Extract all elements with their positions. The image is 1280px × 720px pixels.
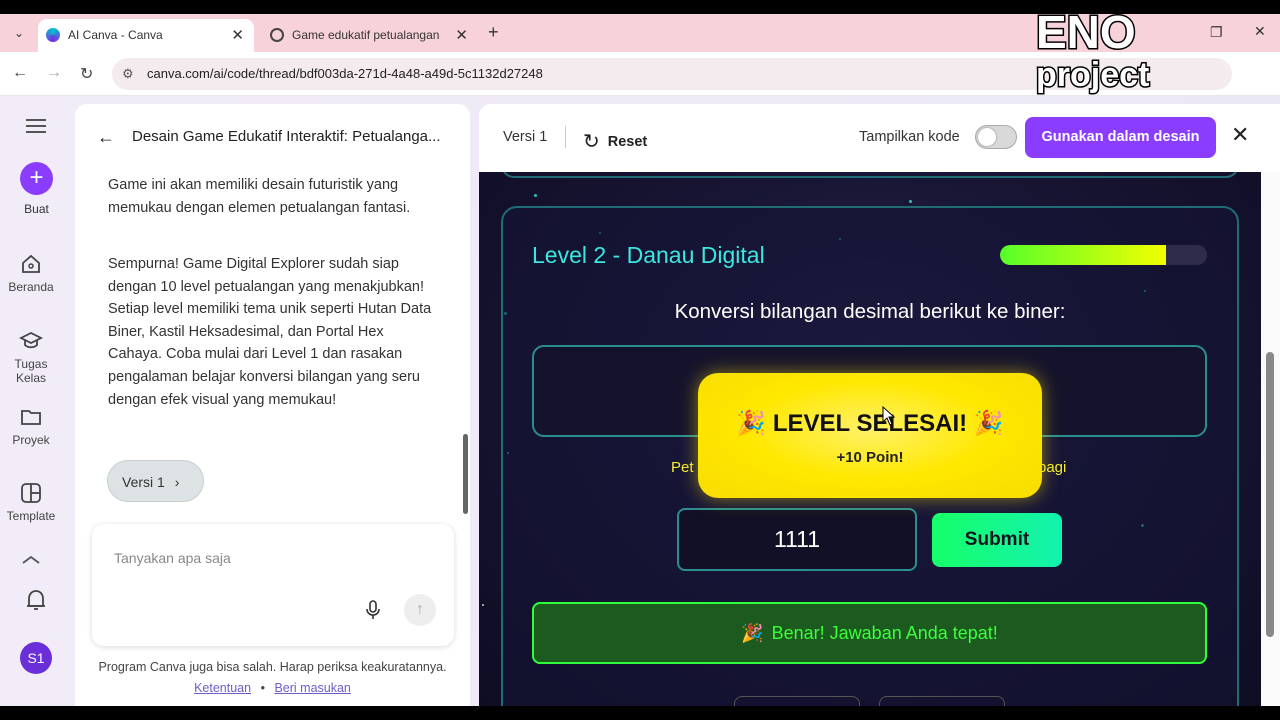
prompt-box[interactable]: Tanyakan apa saja ↑ (92, 524, 454, 646)
party-popper-icon: 🎉 (973, 410, 1004, 437)
answer-input[interactable]: 1111 (677, 508, 917, 571)
back-arrow-icon[interactable]: ← (97, 127, 115, 148)
feedback-banner: 🎉 Benar! Jawaban Anda tepat! (532, 602, 1207, 664)
eno-project-logo: ENO project (1035, 5, 1151, 96)
site-info-icon[interactable]: ⚙ (122, 66, 134, 82)
version-selector[interactable]: Versi 1 (503, 129, 547, 145)
previous-card (501, 172, 1239, 178)
question-text: Konversi bilangan desimal berikut ke bin… (674, 300, 1066, 323)
nav-button[interactable] (879, 696, 1005, 706)
home-icon (22, 254, 40, 273)
tab-game-edukatif[interactable]: Game edukatif petualangan ✕ (262, 19, 478, 52)
rail-label: Proyek (12, 433, 50, 447)
svg-text:ENO: ENO (1036, 6, 1136, 58)
reset-label: Reset (607, 134, 648, 150)
party-popper-icon: 🎉 (736, 410, 767, 437)
star-decoration (534, 194, 537, 197)
progress-fill (1000, 245, 1166, 265)
show-code-label: Tampilkan kode (859, 129, 960, 145)
chevron-right-icon: › (174, 474, 180, 490)
chat-messages: Game ini akan memiliki desain futuristik… (75, 176, 470, 516)
rail-label: Beranda (8, 280, 54, 294)
svg-text:project: project (1036, 56, 1149, 94)
rail-item-template[interactable]: Template (0, 481, 62, 523)
preview-scrollbar[interactable] (1261, 172, 1280, 706)
chat-title: Desain Game Edukatif Interaktif: Petuala… (132, 128, 441, 145)
tab-close-icon[interactable]: ✕ (231, 26, 244, 44)
chevron-up-icon[interactable] (22, 556, 40, 564)
reload-icon[interactable]: ↻ (80, 64, 93, 84)
hint-text-left: Pet (671, 459, 694, 476)
toggle-knob (978, 128, 996, 146)
popup-title-text: LEVEL SELESAI! (772, 410, 968, 437)
chat-scrollbar[interactable] (463, 434, 468, 514)
reset-button[interactable]: ↻ Reset (583, 127, 648, 153)
popup-points: +10 Poin! (836, 449, 904, 466)
chat-message-partial: Game ini akan memiliki desain futuristik… (108, 177, 411, 216)
version-pill-label: Versi 1 (122, 474, 165, 490)
rail-item-proyek[interactable]: Proyek (0, 405, 62, 447)
arrow-up-icon: ↑ (416, 601, 424, 618)
canva-favicon-icon (46, 28, 60, 42)
tab-search-dropdown[interactable]: ⌄ (8, 22, 30, 44)
link-separator: • (260, 681, 265, 695)
terms-link[interactable]: Ketentuan (194, 681, 251, 695)
rail-label: Tugas Kelas (14, 357, 48, 385)
popup-title: 🎉 LEVEL SELESAI! 🎉 (698, 409, 1042, 438)
preview-toolbar: Versi 1 ↻ Reset Tampilkan kode Gunakan da… (479, 104, 1280, 172)
close-window-icon[interactable]: ✕ (1254, 23, 1266, 40)
rail-item-beranda[interactable]: Beranda (0, 252, 62, 294)
preview-panel: Versi 1 ↻ Reset Tampilkan kode Gunakan da… (479, 104, 1280, 706)
back-icon[interactable]: ← (12, 64, 28, 82)
avatar[interactable]: S1 (20, 642, 52, 674)
scrollbar-thumb[interactable] (1266, 352, 1274, 637)
url-text: canva.com/ai/code/thread/bdf003da-271d-4… (147, 66, 543, 81)
level-complete-popup: 🎉 LEVEL SELESAI! 🎉 +10 Poin! (698, 373, 1042, 498)
game-canvas: Level 2 - Danau Digital Konversi bilanga… (479, 172, 1261, 706)
toolbar-divider (565, 126, 566, 148)
send-button[interactable]: ↑ (404, 594, 436, 626)
forward-icon[interactable]: → (46, 64, 62, 82)
openai-favicon-icon (270, 28, 284, 42)
nav-button[interactable] (734, 696, 860, 706)
footer-links: Ketentuan • Beri masukan (75, 681, 470, 695)
template-icon (21, 483, 41, 503)
create-label: Buat (24, 202, 49, 216)
feedback-text: Benar! Jawaban Anda tepat! (771, 623, 998, 643)
restore-window-icon[interactable]: ❐ (1210, 24, 1223, 41)
feedback-link[interactable]: Beri masukan (274, 681, 350, 695)
tab-title: AI Canva - Canva (68, 28, 163, 42)
star-decoration (909, 200, 912, 203)
use-in-design-button[interactable]: Gunakan dalam desain (1025, 117, 1216, 158)
party-popper-icon: 🎉 (741, 623, 764, 643)
reset-icon: ↻ (583, 131, 600, 153)
close-icon[interactable]: ✕ (1231, 122, 1249, 148)
disclaimer-text: Program Canva juga bisa salah. Harap per… (98, 660, 447, 674)
tab-title: Game edukatif petualangan (292, 28, 440, 42)
show-code-toggle[interactable] (975, 125, 1017, 149)
star-decoration (482, 604, 484, 606)
folder-icon (21, 410, 41, 425)
canva-app: + Buat Beranda Tugas Kelas Proyek Templa… (0, 96, 1280, 706)
rail-label: Template (6, 509, 56, 523)
submit-button[interactable]: Submit (932, 513, 1062, 567)
menu-icon[interactable] (26, 118, 46, 134)
tab-close-icon[interactable]: ✕ (455, 26, 468, 44)
microphone-icon[interactable] (366, 600, 380, 620)
bell-icon[interactable] (25, 588, 47, 612)
chat-message: Sempurna! Game Digital Explorer sudah si… (108, 256, 432, 408)
mouse-cursor-icon (882, 406, 896, 426)
version-pill-button[interactable]: Versi 1 › (107, 460, 204, 502)
level-title: Level 2 - Danau Digital (532, 242, 765, 268)
level-progress-bar (1000, 245, 1207, 265)
tab-ai-canva[interactable]: AI Canva - Canva ✕ (38, 19, 254, 52)
chat-panel: ← Desain Game Edukatif Interaktif: Petua… (75, 104, 470, 706)
prompt-input[interactable]: Tanyakan apa saja (114, 550, 231, 566)
new-tab-icon[interactable]: + (488, 22, 499, 43)
create-button[interactable]: + (20, 162, 53, 195)
bottom-black-bar (0, 706, 1280, 720)
rail-item-tugas-kelas[interactable]: Tugas Kelas (0, 329, 62, 385)
hint-text-right: bagi (1038, 459, 1067, 476)
graduation-cap-icon (19, 331, 43, 349)
